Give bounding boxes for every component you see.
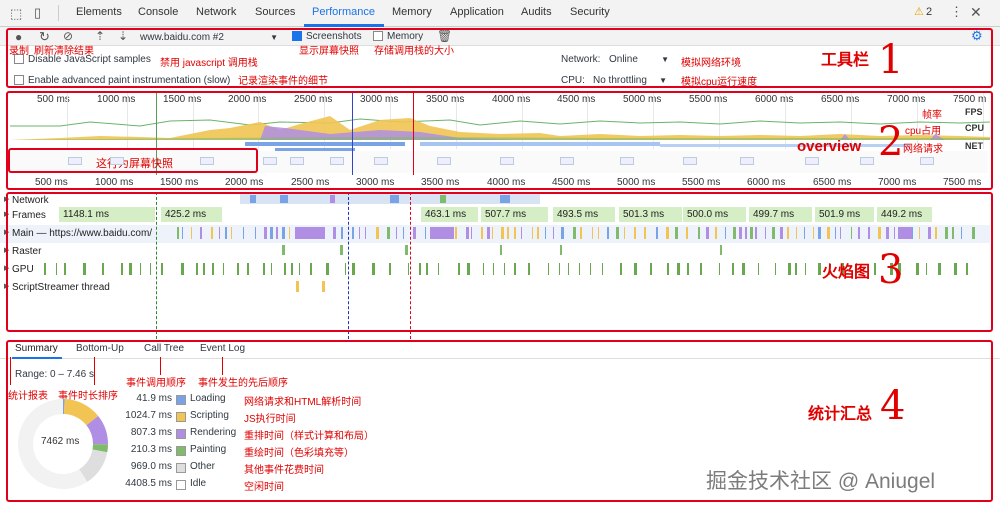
warning-count[interactable]: 2 xyxy=(926,6,932,18)
screenshot-thumbnail[interactable] xyxy=(200,157,214,165)
screenshot-thumbnail[interactable] xyxy=(374,157,388,165)
close-icon[interactable]: ✕ xyxy=(970,5,982,19)
tab-sources[interactable]: Sources xyxy=(255,6,295,18)
tab-memory[interactable]: Memory xyxy=(392,6,432,18)
more-menu-icon[interactable]: ⋮ xyxy=(950,5,963,18)
flame-highlight-box xyxy=(6,192,993,332)
screenshot-thumbnail[interactable] xyxy=(330,157,344,165)
tab-elements[interactable]: Elements xyxy=(76,6,122,18)
screenshot-thumbnail[interactable] xyxy=(68,157,82,165)
devtools-tab-bar: ⬚ ▯ Elements Console Network Sources Per… xyxy=(0,0,1000,27)
screenshot-thumbnail[interactable] xyxy=(437,157,451,165)
screenshot-thumbnail[interactable] xyxy=(860,157,874,165)
screenshot-thumbnail[interactable] xyxy=(620,157,634,165)
tab-network[interactable]: Network xyxy=(196,6,236,18)
summary-highlight-box xyxy=(6,340,993,502)
screenshot-thumbnail[interactable] xyxy=(290,157,304,165)
inspect-icon[interactable]: ⬚ xyxy=(10,7,22,20)
screenshot-thumbnail[interactable] xyxy=(110,157,124,165)
toolbar-highlight-box xyxy=(6,28,993,88)
screenshot-thumbnail[interactable] xyxy=(560,157,574,165)
warning-icon[interactable]: ⚠ xyxy=(914,5,924,18)
screenshot-thumbnail[interactable] xyxy=(740,157,754,165)
screenshot-thumbnail[interactable] xyxy=(920,157,934,165)
tab-performance[interactable]: Performance xyxy=(312,6,375,18)
screenshot-thumbnail[interactable] xyxy=(683,157,697,165)
divider xyxy=(58,5,59,21)
device-toolbar-icon[interactable]: ▯ xyxy=(34,6,41,19)
tab-audits[interactable]: Audits xyxy=(521,6,552,18)
tab-security[interactable]: Security xyxy=(570,6,610,18)
overview-highlight-box xyxy=(6,91,993,190)
screenshot-thumbnail[interactable] xyxy=(263,157,277,165)
screenshot-thumbnail[interactable] xyxy=(805,157,819,165)
screenshot-thumbnail[interactable] xyxy=(500,157,514,165)
tab-console[interactable]: Console xyxy=(138,6,178,18)
tab-application[interactable]: Application xyxy=(450,6,504,18)
